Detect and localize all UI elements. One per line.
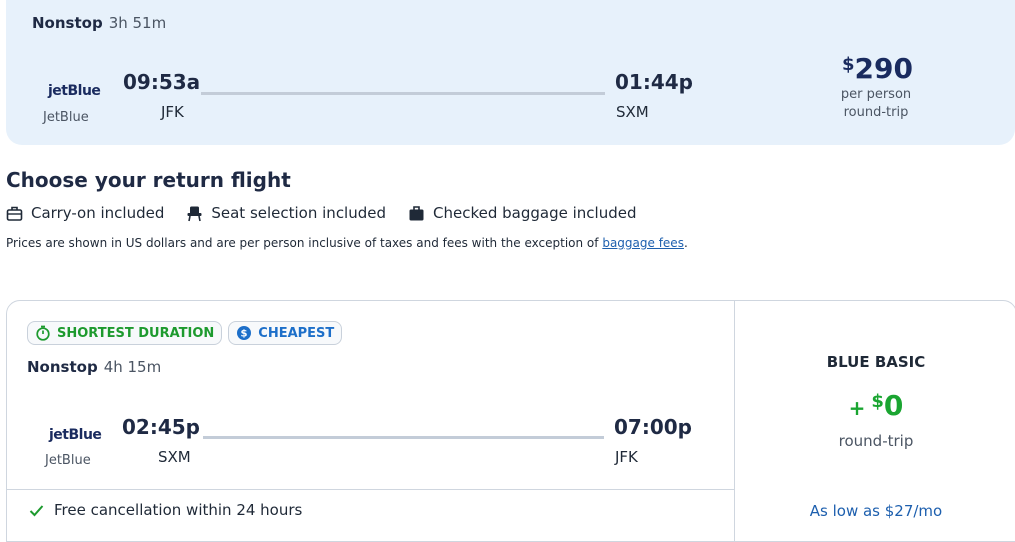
jetblue-logo: jetBlue [48,83,101,99]
fare-price: + $0 [848,389,904,422]
outbound-route-line [201,92,605,95]
outbound-stops: Nonstop 3h 51m [32,14,167,32]
return-arrive-time: 07:00p [614,415,692,439]
fare-name: BLUE BASIC [826,353,926,371]
shortest-duration-badge: SHORTEST DURATION [27,321,223,345]
amenities-row: Carry-on included Seat selection include… [6,204,636,222]
stopwatch-icon [36,325,50,341]
price-disclaimer: Prices are shown in US dollars and are p… [6,236,688,250]
blue-basic-fare-option[interactable]: BLUE BASIC + $0 round-trip As low as $27/… [734,301,1015,541]
outbound-airline-name: JetBlue [43,110,89,125]
jetblue-logo: jetBlue [49,427,102,443]
check-icon [29,504,44,516]
fare-round-trip: round-trip [838,432,914,450]
outbound-arrive-code: SXM [616,103,649,121]
return-flight-card[interactable]: SHORTEST DURATION $ CHEAPEST Nonstop 4h 1… [6,300,1015,542]
outbound-price: $290 [842,52,913,85]
page-title: Choose your return flight [6,168,291,192]
card-divider [7,489,734,490]
price-per-person: per person [840,87,912,102]
monthly-financing-link[interactable]: As low as $27/mo [735,502,1015,520]
svg-text:$: $ [241,329,248,340]
flight-badges: SHORTEST DURATION $ CHEAPEST [27,321,343,345]
seat-label: Seat selection included [211,204,387,222]
carry-on-label: Carry-on included [31,204,165,222]
seat-icon [187,206,202,221]
carry-on-bag-icon [6,206,23,221]
outbound-depart-time: 09:53a [123,70,201,94]
cheapest-badge: $ CHEAPEST [228,321,343,345]
return-depart-time: 02:45p [122,415,200,439]
outbound-arrive-time: 01:44p [615,70,693,94]
dollar-badge-icon: $ [237,326,252,340]
checked-bag-amenity: Checked baggage included [408,204,636,222]
return-route-line [203,436,604,439]
return-flight-details[interactable]: SHORTEST DURATION $ CHEAPEST Nonstop 4h 1… [7,301,734,541]
return-depart-code: SXM [158,448,191,466]
checked-bag-icon [409,205,424,220]
checked-bag-label: Checked baggage included [433,204,637,222]
price-round-trip: round-trip [843,105,909,120]
return-stops: Nonstop 4h 15m [27,358,162,376]
outbound-depart-code: JFK [161,103,184,121]
return-arrive-code: JFK [615,448,638,466]
baggage-fees-link[interactable]: baggage fees [602,236,684,250]
free-cancellation-note: Free cancellation within 24 hours [29,501,302,519]
return-airline-name: JetBlue [45,453,91,468]
selected-outbound-card[interactable]: Nonstop 3h 51m jetBlue JetBlue 09:53a JFK… [6,0,1015,145]
seat-amenity: Seat selection included [186,204,386,222]
carry-on-amenity: Carry-on included [6,204,164,222]
